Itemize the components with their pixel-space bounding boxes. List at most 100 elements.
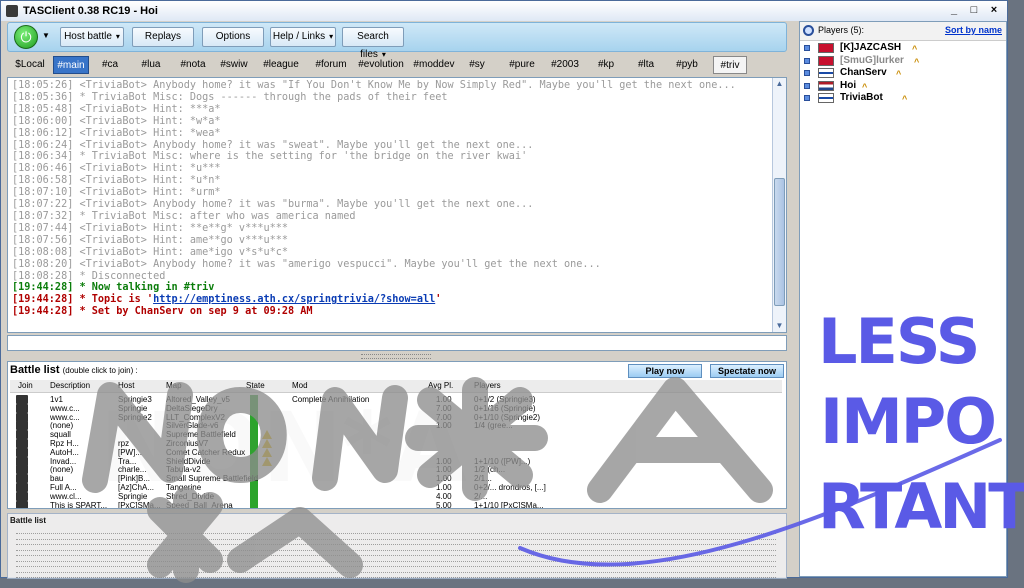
maximize-button[interactable]: □ xyxy=(967,3,981,17)
search-files-button[interactable]: Search files ▾ xyxy=(342,27,404,60)
rank-icon: ^ xyxy=(912,44,918,54)
status-icon xyxy=(804,45,810,51)
column-header[interactable]: Join xyxy=(18,380,33,392)
column-header[interactable]: Players xyxy=(474,380,501,392)
flag-icon xyxy=(818,93,834,103)
title-bar: TASClient 0.38 RC19 - Hoi _ □ × xyxy=(1,1,1007,21)
minimize-button[interactable]: _ xyxy=(947,3,961,17)
column-header[interactable]: Map xyxy=(166,380,182,392)
players-count: Players (5): xyxy=(818,25,865,35)
tab-local[interactable]: $Local xyxy=(11,56,49,74)
tab-lua[interactable]: #lua xyxy=(133,56,169,74)
tab-moddev[interactable]: #moddev xyxy=(413,56,455,74)
flag-icon xyxy=(818,68,834,78)
chat-line: [18:06:46] <TriviaBot> Hint: *u*** xyxy=(12,163,221,175)
chat-line: [19:44:28] * Set by ChanServ on sep 9 at… xyxy=(12,306,313,318)
rank-icon: ^ xyxy=(902,94,908,104)
scrollbar-thumb[interactable] xyxy=(774,178,785,306)
player-name: [K]JAZCASH xyxy=(840,42,902,53)
battle-list-title: Battle list (double click to join) : xyxy=(10,364,138,376)
chat-line: [18:08:08] <TriviaBot> Hint: ame*igo v*s… xyxy=(12,246,289,258)
close-button[interactable]: × xyxy=(987,3,1001,17)
battle-desc: This is SPART... xyxy=(50,500,108,509)
chat-line: [18:06:34] * TriviaBot Misc: where is th… xyxy=(12,151,528,163)
spectate-now-button[interactable]: Spectate now xyxy=(710,364,784,378)
tab-evolution[interactable]: #evolution xyxy=(353,56,409,74)
vertical-splitter[interactable] xyxy=(790,21,797,577)
column-header[interactable]: Avg Pl. xyxy=(428,380,453,392)
app-icon xyxy=(6,5,18,17)
battle-list-duplicate: Battle list xyxy=(7,513,787,579)
player-name: ChanServ xyxy=(840,67,887,78)
power-dropdown-icon[interactable]: ▼ xyxy=(42,31,50,40)
flag-icon xyxy=(818,80,834,91)
join-icon[interactable] xyxy=(16,500,28,508)
host-battle-button[interactable]: Host battle ▾ xyxy=(60,27,124,47)
chevron-down-icon: ▾ xyxy=(115,32,120,41)
player-name: Hoi xyxy=(840,79,857,91)
toolbar: ⏻ ▼ Host battle ▾ Replays Options Help / … xyxy=(7,22,787,60)
play-now-button[interactable]: Play now xyxy=(628,364,702,378)
help-links-button[interactable]: Help / Links ▾ xyxy=(270,27,336,47)
rank-icon: ^ xyxy=(862,81,868,92)
chat-log[interactable]: [18:05:26] <TriviaBot> Anybody home? it … xyxy=(7,77,787,333)
column-header[interactable]: State xyxy=(246,380,265,392)
tab-triv[interactable]: #triv xyxy=(713,56,747,74)
tab-lta[interactable]: #lta xyxy=(629,56,663,74)
chat-line: [18:06:12] <TriviaBot> Hint: *wea* xyxy=(12,127,221,139)
rank-icon: ^ xyxy=(914,56,920,67)
status-icon xyxy=(804,82,810,89)
tab-pyb[interactable]: #pyb xyxy=(669,56,705,74)
flag-icon xyxy=(818,55,834,66)
replays-button[interactable]: Replays xyxy=(132,27,194,47)
player-name: TriviaBot xyxy=(840,92,883,103)
tab-forum[interactable]: #forum xyxy=(313,56,349,74)
player-row[interactable]: TriviaBot ^ xyxy=(804,92,1004,104)
chat-line: [18:06:24] <TriviaBot> Anybody home? it … xyxy=(12,139,534,151)
pane-splitter[interactable] xyxy=(361,354,431,359)
search-icon[interactable] xyxy=(803,25,814,36)
chat-line: [18:07:44] <TriviaBot> Hint: **e**g* v**… xyxy=(12,222,289,234)
tab-league[interactable]: #league xyxy=(255,56,307,74)
player-row[interactable]: [SmuG]lurker ^ xyxy=(804,55,1004,67)
tab-main[interactable]: #main xyxy=(53,56,89,74)
tab-pure[interactable]: #pure xyxy=(503,56,541,74)
chevron-down-icon: ▾ xyxy=(329,32,334,41)
chat-line: [18:07:10] <TriviaBot> Hint: *urm* xyxy=(12,187,221,199)
chat-input[interactable] xyxy=(7,335,787,351)
column-header[interactable]: Host xyxy=(118,380,134,392)
scroll-down-icon[interactable]: ▼ xyxy=(773,320,786,332)
options-button[interactable]: Options xyxy=(202,27,264,47)
scribble-rtant: RTANT xyxy=(818,470,1024,543)
tab-2003[interactable]: #2003 xyxy=(547,56,583,74)
channel-tabs: $Local #main #ca #lua #nota #swiw #league #foru… xyxy=(7,55,787,75)
column-header[interactable]: Description xyxy=(50,380,90,392)
sort-by-name-link[interactable]: Sort by name xyxy=(945,25,1002,35)
window-title: TASClient 0.38 RC19 - Hoi xyxy=(23,5,158,17)
chat-line: [18:05:36] * TriviaBot Misc: Dogs ------… xyxy=(12,91,448,103)
flag-icon xyxy=(818,43,834,53)
topic-link[interactable]: http://emptiness.ath.cx/springtrivia/?sh… xyxy=(153,294,435,305)
tab-nota[interactable]: #nota xyxy=(175,56,211,74)
chat-scrollbar[interactable]: ▲ ▼ xyxy=(772,78,786,332)
column-header[interactable]: Mod xyxy=(292,380,308,392)
rank-icon: ^ xyxy=(896,69,902,79)
player-row[interactable]: ChanServ ^ xyxy=(804,67,1004,79)
tab-kp[interactable]: #kp xyxy=(589,56,623,74)
battle-players: 1+1/10 [PxC]SMa... xyxy=(474,500,544,509)
tab-sy[interactable]: #sy xyxy=(459,56,495,74)
ghost-row xyxy=(16,572,776,578)
tab-swiw[interactable]: #swiw xyxy=(217,56,251,74)
chat-line: [18:06:58] <TriviaBot> Hint: *u*n* xyxy=(12,175,221,187)
chat-line: [19:44:28] * Topic is 'http://emptiness.… xyxy=(12,294,442,306)
chat-line: [19:44:28] * Now talking in #triv xyxy=(12,282,215,294)
chat-line: [18:06:00] <TriviaBot> Hint: *w*a* xyxy=(12,115,221,127)
player-row[interactable]: [K]JAZCASH ^ xyxy=(804,42,1004,54)
status-icon xyxy=(804,95,810,101)
scribble-impo: IMPO xyxy=(820,385,997,458)
tab-ca[interactable]: #ca xyxy=(95,56,125,74)
scroll-up-icon[interactable]: ▲ xyxy=(773,78,786,90)
player-row[interactable]: Hoi ^ xyxy=(804,80,1004,92)
player-name: [SmuG]lurker xyxy=(840,54,904,66)
power-icon[interactable]: ⏻ xyxy=(14,25,38,49)
